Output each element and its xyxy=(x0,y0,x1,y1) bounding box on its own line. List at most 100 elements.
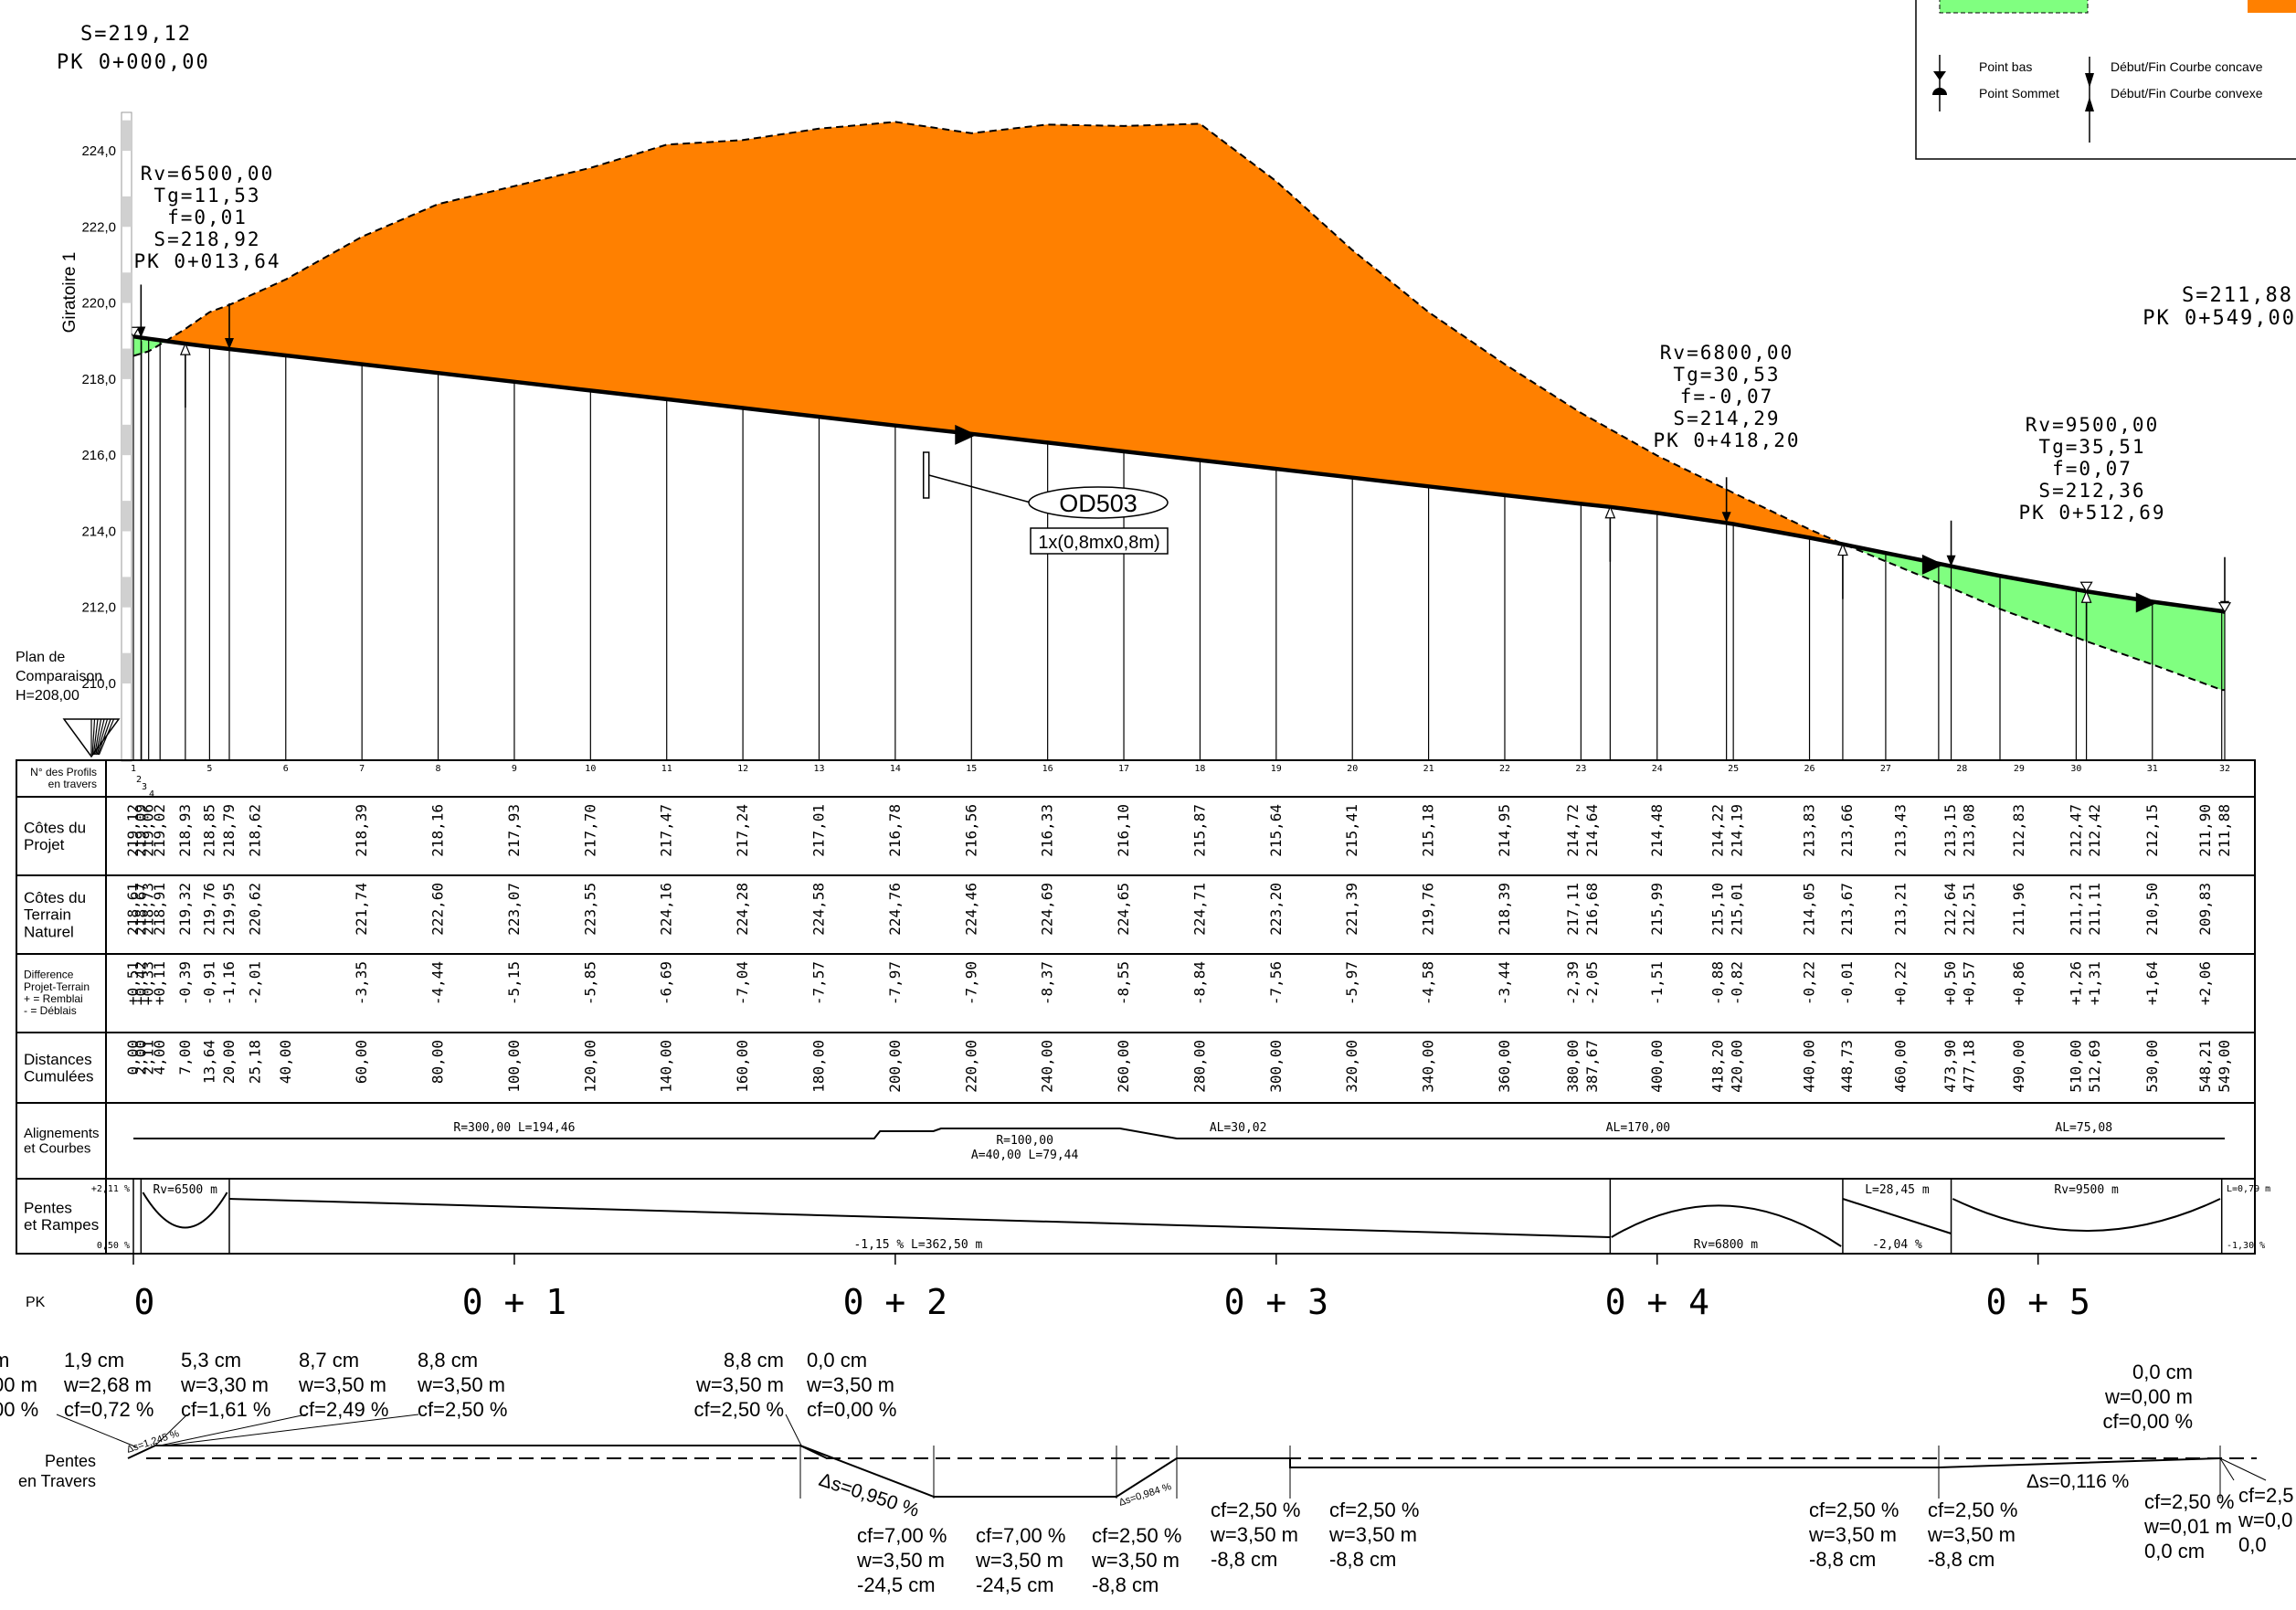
cross-annotation: w=3,50 m xyxy=(1927,1523,2016,1546)
profile-number: 12 xyxy=(737,764,748,774)
axis-block xyxy=(122,196,132,228)
cumulative-distance: 13,64 xyxy=(200,1040,217,1084)
profile-number: 1 xyxy=(131,764,136,774)
project-elevation: 214,48 xyxy=(1648,804,1666,857)
project-elevation: 212,47 xyxy=(2067,804,2084,857)
legend-convexe: Début/Fin Courbe convexe xyxy=(2111,86,2263,101)
profile-number: 18 xyxy=(1194,764,1205,774)
profile-number: 23 xyxy=(1575,764,1586,774)
axis-block xyxy=(122,652,132,683)
cross-annotation: cf=1,61 % xyxy=(181,1398,270,1421)
project-elevation: 213,43 xyxy=(1892,804,1910,857)
project-elevation: 215,87 xyxy=(1190,804,1208,857)
elevation-difference: -2,01 xyxy=(246,961,263,1005)
cumulative-distance: 120,00 xyxy=(581,1040,598,1093)
terrain-elevation: 213,67 xyxy=(1838,883,1856,936)
terrain-elevation: 216,68 xyxy=(1583,883,1601,936)
terrain-elevation: 224,69 xyxy=(1039,883,1056,936)
slope-label: 0,50 % xyxy=(97,1241,130,1251)
elevation-difference: -4,58 xyxy=(1420,961,1437,1005)
terrain-elevation: 210,50 xyxy=(2143,883,2161,936)
row-label: N° des Profils xyxy=(30,766,97,779)
axis-tick-label: 220,0 xyxy=(81,296,116,312)
profile-number: 25 xyxy=(1728,764,1739,774)
elevation-difference: -7,04 xyxy=(734,961,751,1005)
cross-annotation: cf=7,00 % xyxy=(976,1524,1065,1547)
profile-number: 15 xyxy=(966,764,977,774)
axis-tick-label: 212,0 xyxy=(81,600,116,616)
terrain-elevation: 211,21 xyxy=(2067,883,2084,936)
profile-number: 20 xyxy=(1347,764,1358,774)
profile-number: 3 xyxy=(142,782,147,792)
cross-annotation: 0,0 cm xyxy=(2144,1540,2205,1562)
vertical-curve-label: PK 0+013,64 xyxy=(133,250,280,272)
elevation-difference: +2,06 xyxy=(2196,961,2214,1005)
delta-slope: Δs=0,984 % xyxy=(1117,1481,1173,1509)
project-elevation: 217,70 xyxy=(581,804,598,857)
terrain-elevation: 223,20 xyxy=(1267,883,1285,936)
cross-annotation: cf=2,5 xyxy=(2238,1484,2294,1507)
profile-number: 22 xyxy=(1499,764,1510,774)
terrain-elevation: 211,96 xyxy=(2010,883,2027,936)
cross-annotation: w=0,01 m xyxy=(2143,1515,2232,1538)
profile-number: 8 xyxy=(436,764,441,774)
cumulative-distance: 200,00 xyxy=(886,1040,904,1093)
cumulative-distance: 220,00 xyxy=(962,1040,979,1093)
elevation-difference: -8,55 xyxy=(1115,961,1132,1005)
profile-number: 29 xyxy=(2014,764,2025,774)
vertical-curve-label: S=214,29 xyxy=(1673,408,1780,429)
profile-number: 19 xyxy=(1271,764,1282,774)
vertical-curve-label: PK 0+512,69 xyxy=(2018,502,2165,524)
project-elevation: 218,62 xyxy=(246,804,263,857)
cumulative-distance: 4,00 xyxy=(151,1040,168,1075)
elevation-difference: -7,97 xyxy=(886,961,904,1005)
top-left-s: S=219,12 xyxy=(80,23,192,46)
profile-svg: 224,0222,0220,0218,0216,0214,0212,0210,0… xyxy=(0,0,2296,1596)
pk-value: 0 + 3 xyxy=(1224,1282,1328,1322)
alignment-label: R=300,00 L=194,46 xyxy=(453,1121,575,1135)
cumulative-distance: 460,00 xyxy=(1892,1040,1910,1093)
terrain-elevation: 218,91 xyxy=(151,883,168,936)
cross-annotation: w=3,50 m xyxy=(1091,1549,1180,1572)
cumulative-distance: 320,00 xyxy=(1343,1040,1360,1093)
elevation-difference: -0,22 xyxy=(1801,961,1818,1005)
elevation-difference: -6,69 xyxy=(658,961,675,1005)
alignment-line xyxy=(133,1128,2225,1139)
terrain-elevation: 214,05 xyxy=(1801,883,1818,936)
profile-number: 13 xyxy=(813,764,824,774)
cross-annotation: w=3,30 m xyxy=(180,1373,269,1396)
slope-label: Rv=6500 m xyxy=(153,1183,217,1197)
cross-slope-line-left xyxy=(127,1445,828,1459)
vertical-curve-label: Rv=6500,00 xyxy=(141,163,274,185)
elevation-difference: +1,64 xyxy=(2143,961,2161,1005)
cumulative-distance: 380,00 xyxy=(1564,1040,1582,1093)
elevation-difference: -5,85 xyxy=(581,961,598,1005)
project-elevation: 216,78 xyxy=(886,804,904,857)
row-label: et Rampes xyxy=(24,1216,99,1234)
terrain-elevation: 224,28 xyxy=(734,883,751,936)
row-label: + = Remblai xyxy=(24,992,83,1005)
cumulative-distance: 548,21 xyxy=(2196,1040,2214,1093)
terrain-elevation: 224,71 xyxy=(1190,883,1208,936)
top-right-pk: PK 0+549,00 xyxy=(2143,307,2296,330)
delta-slope: Δs=0,116 % xyxy=(2026,1471,2129,1492)
elevation-difference: -5,15 xyxy=(505,961,523,1005)
terrain-elevation: 212,51 xyxy=(1961,883,1978,936)
cross-annotation: cf=2,50 % xyxy=(1809,1499,1899,1521)
terrain-elevation: 217,11 xyxy=(1564,883,1582,936)
terrain-elevation: 220,62 xyxy=(246,883,263,936)
profile-number: 16 xyxy=(1042,764,1053,774)
cumulative-distance: 418,20 xyxy=(1709,1040,1726,1093)
vertical-curve-label: Rv=6800,00 xyxy=(1660,342,1793,364)
vertical-curve-label: f=0,01 xyxy=(167,207,248,228)
project-elevation: 211,90 xyxy=(2196,804,2214,857)
cross-slope-label: en Travers xyxy=(18,1472,96,1490)
cumulative-distance: 477,18 xyxy=(1961,1040,1978,1093)
project-elevation: 213,83 xyxy=(1801,804,1818,857)
project-elevation: 212,15 xyxy=(2143,804,2161,857)
row-label: - = Déblais xyxy=(24,1004,77,1017)
profile-number: 30 xyxy=(2070,764,2081,774)
axis-tick-label: 222,0 xyxy=(81,219,116,235)
vertical-curve-label: f=0,07 xyxy=(2052,458,2132,480)
row-label: Terrain xyxy=(24,906,71,924)
